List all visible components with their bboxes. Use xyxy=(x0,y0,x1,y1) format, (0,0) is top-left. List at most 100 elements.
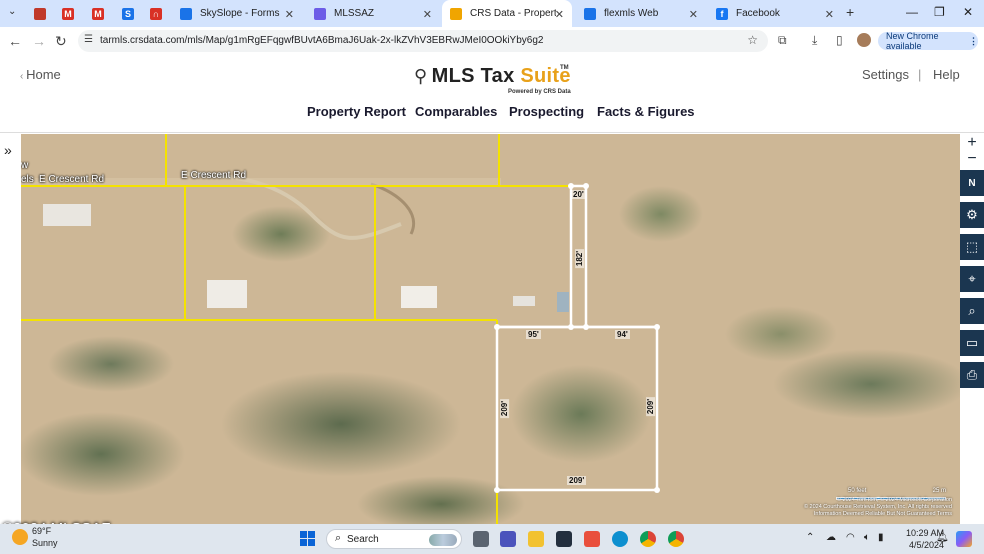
window-close-icon[interactable]: ✕ xyxy=(963,5,973,19)
file-explorer-icon[interactable] xyxy=(528,531,544,547)
nav-comparables[interactable]: Comparables xyxy=(415,104,497,119)
tray-chevron-icon[interactable]: ⌃ xyxy=(806,532,814,543)
header-divider: | xyxy=(918,67,922,82)
print-icon[interactable]: ⎙ xyxy=(960,362,984,388)
site-info-icon[interactable]: ☰ xyxy=(84,34,93,45)
weather-sun-icon[interactable] xyxy=(12,529,28,545)
download-icon[interactable]: ⤓ xyxy=(812,33,817,48)
amazon-icon[interactable] xyxy=(556,531,572,547)
tab-skyslope-forms[interactable]: SkySlope - Forms ✕ xyxy=(172,0,302,27)
tab-pinned-gmail-2[interactable]: M xyxy=(84,0,110,27)
address-bar[interactable]: ☰ tarmls.crsdata.com/mls/Map/g1mRgEFqgwf… xyxy=(78,30,768,52)
building xyxy=(513,296,535,306)
onedrive-icon[interactable]: ☁ xyxy=(826,532,836,543)
chrome-icon[interactable] xyxy=(640,531,656,547)
road-label-e-crescent: E Crescent Rd xyxy=(39,174,105,185)
home-link[interactable]: ‹ Home xyxy=(20,67,61,82)
gmail-icon: M xyxy=(92,7,104,20)
help-link[interactable]: Help xyxy=(933,67,960,82)
tab-title: Facebook xyxy=(736,8,780,19)
tab-pinned-1[interactable] xyxy=(26,0,52,27)
volume-icon[interactable]: 🔈︎ xyxy=(864,532,870,543)
minimize-icon[interactable]: — xyxy=(906,5,918,19)
road-label: els xyxy=(21,174,34,185)
tab-facebook[interactable]: f Facebook ✕ xyxy=(708,0,842,27)
url-text[interactable]: tarmls.crsdata.com/mls/Map/g1mRgEFqgwfBU… xyxy=(100,35,543,46)
tab-flexmls[interactable]: flexmls Web ✕ xyxy=(576,0,706,27)
road-label: w xyxy=(21,160,29,171)
terms-link[interactable]: Terms xyxy=(937,511,952,517)
battery-icon[interactable]: ▮ xyxy=(878,532,884,543)
logo-tm: TM xyxy=(560,65,569,71)
flexmls-icon xyxy=(584,7,596,20)
browser-toolbar: ← → ↻ ☰ tarmls.crsdata.com/mls/Map/g1mRg… xyxy=(0,27,984,55)
gmail-icon: M xyxy=(62,7,74,20)
map-area: » w els E Crescent Rd E Crescent Rd 20' … xyxy=(0,134,984,524)
satellite-map[interactable]: w els E Crescent Rd E Crescent Rd 20' 18… xyxy=(21,134,960,524)
bookmark-star-icon[interactable]: ☆ xyxy=(747,33,758,47)
search-icon[interactable]: ⌕ xyxy=(960,298,984,324)
tab-title: SkySlope - Forms xyxy=(200,8,280,19)
profile-avatar[interactable] xyxy=(857,33,871,47)
taskbar-search[interactable]: ⌕ Search xyxy=(326,529,462,549)
tab-title: MLSSAZ xyxy=(334,8,375,19)
copilot-icon[interactable] xyxy=(956,531,972,547)
windows-start-icon[interactable] xyxy=(300,531,315,546)
settings-link[interactable]: Settings xyxy=(862,67,909,82)
tab-title: flexmls Web xyxy=(604,8,659,19)
tab-search-chevron-icon[interactable]: ⌄ xyxy=(8,6,16,17)
restore-icon[interactable]: ❐ xyxy=(934,5,945,19)
mls-tax-suite-logo[interactable]: ⚲ MLS Tax Suite TM Powered by CRS Data xyxy=(414,65,571,95)
building xyxy=(557,292,569,312)
side-panel-icon[interactable]: ▯ xyxy=(836,33,843,47)
close-icon[interactable]: ✕ xyxy=(423,8,432,21)
chrome-active-icon[interactable] xyxy=(668,531,684,547)
dimension-label: 95' xyxy=(526,330,541,339)
nav-property-report[interactable]: Property Report xyxy=(307,104,406,119)
close-icon[interactable]: ✕ xyxy=(689,8,698,21)
weather-temp: 69°F xyxy=(32,526,52,536)
locate-crosshair-icon[interactable]: ⌖ xyxy=(960,266,984,292)
measure-ruler-icon[interactable]: ▭ xyxy=(960,330,984,356)
tab-pinned-gmail-1[interactable]: M xyxy=(54,0,80,27)
close-icon[interactable]: ✕ xyxy=(285,8,294,21)
scale-meters: 25 m xyxy=(932,488,946,494)
building xyxy=(207,280,247,308)
edge-icon[interactable] xyxy=(612,531,628,547)
gear-icon[interactable]: ⚙ xyxy=(960,202,984,228)
expand-sidebar-icon[interactable]: » xyxy=(4,142,12,158)
compass-north-icon[interactable]: N xyxy=(960,170,984,196)
search-highlight-icon xyxy=(429,534,457,546)
store-icon[interactable] xyxy=(584,531,600,547)
tab-pinned-skyslope[interactable]: S xyxy=(114,0,140,27)
select-area-icon[interactable]: ⬚ xyxy=(960,234,984,260)
reload-icon[interactable]: ↻ xyxy=(55,33,67,50)
new-tab-plus-icon[interactable]: + xyxy=(846,4,854,20)
teams-icon[interactable] xyxy=(500,531,516,547)
extensions-icon[interactable]: ⧉ xyxy=(778,33,787,48)
mlssaz-icon xyxy=(314,7,326,20)
nav-prospecting[interactable]: Prospecting xyxy=(509,104,584,119)
crs-icon xyxy=(450,7,462,20)
back-arrow-icon[interactable]: ← xyxy=(8,33,22,49)
nav-facts-figures[interactable]: Facts & Figures xyxy=(597,104,695,119)
close-icon[interactable]: ✕ xyxy=(555,8,564,21)
notification-bell-icon[interactable]: 🔔︎ xyxy=(936,532,949,543)
weather-label[interactable]: Sunny xyxy=(32,538,58,548)
task-view-icon[interactable] xyxy=(473,531,489,547)
wifi-icon[interactable]: ◠ xyxy=(846,532,855,543)
zoom-out-icon[interactable]: − xyxy=(960,146,984,172)
more-menu-icon: ⋮ xyxy=(969,35,978,46)
taskbar-search-label: Search xyxy=(347,534,379,545)
windows-taskbar: 69°F Sunny ⌕ Search ⌃ ☁ ◠ 🔈︎ ▮ 10:29 AM … xyxy=(0,524,984,554)
new-chrome-label: New Chrome available xyxy=(886,31,939,51)
forward-arrow-icon[interactable]: → xyxy=(32,33,46,49)
new-chrome-available-button[interactable]: New Chrome available ⋮ xyxy=(878,31,978,51)
skyslope-icon xyxy=(180,7,192,20)
road-label-e-crescent: E Crescent Rd xyxy=(181,170,247,181)
tab-mlssaz[interactable]: MLSSAZ ✕ xyxy=(306,0,440,27)
site-header: ‹ Home ⚲ MLS Tax Suite TM Powered by CRS… xyxy=(0,55,984,133)
tab-pinned-arc[interactable]: ∩ xyxy=(142,0,168,27)
close-icon[interactable]: ✕ xyxy=(825,8,834,21)
tab-crs-property-map[interactable]: CRS Data - Property Map ✕ xyxy=(442,0,572,27)
